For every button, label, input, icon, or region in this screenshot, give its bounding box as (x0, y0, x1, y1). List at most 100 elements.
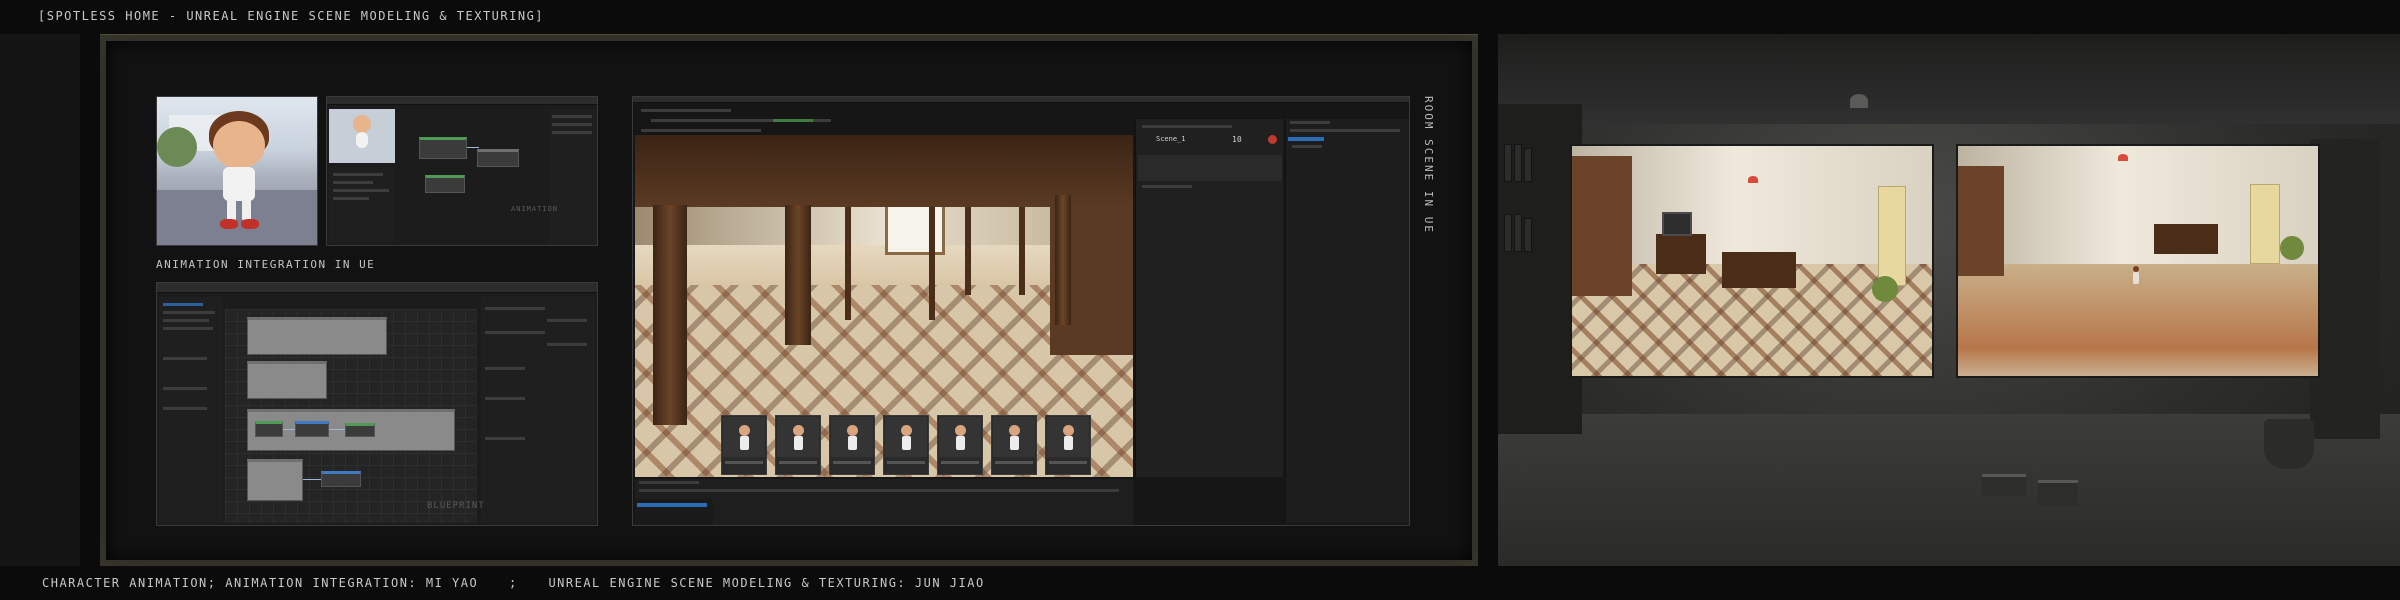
blueprint-toolbar (157, 283, 597, 293)
thumbnail-label (833, 461, 871, 464)
blueprint-list-row (163, 357, 207, 360)
thumbnail-label (995, 461, 1033, 464)
outliner-tab (1290, 121, 1330, 124)
editor-details-panel (329, 167, 395, 243)
character-render-screenshot (156, 96, 318, 246)
blueprint-node (255, 421, 283, 437)
folder-selected-row[interactable] (637, 503, 707, 507)
render-tv (1662, 212, 1692, 236)
content-browser-tab (639, 481, 699, 484)
mini-character-body (956, 436, 965, 450)
room-pot (2264, 419, 2314, 469)
anim-node (477, 149, 519, 167)
details-tab (1142, 185, 1192, 188)
animation-integration-label: ANIMATION INTEGRATION IN UE (156, 258, 376, 271)
outliner-search[interactable] (1290, 129, 1400, 132)
blueprint-list-row (163, 303, 203, 306)
shelf-book (1504, 214, 1512, 252)
blueprint-node (345, 423, 375, 437)
asset-thumbnail[interactable] (721, 415, 767, 475)
asset-thumbnail[interactable] (775, 415, 821, 475)
thumbnail-label (779, 461, 817, 464)
ue-level-tab (641, 109, 731, 112)
ue-viewport-toolbar (641, 129, 761, 132)
mini-character-head (1063, 425, 1074, 436)
render-plant (1872, 276, 1898, 302)
asset-thumbnail[interactable] (883, 415, 929, 475)
asset-thumbnail[interactable] (991, 415, 1037, 475)
render-cabinet (1958, 166, 2004, 276)
property-row (552, 115, 592, 118)
character-body (223, 167, 255, 201)
render-fridge (1878, 186, 1906, 286)
thumbnail-label (941, 461, 979, 464)
room-scene-label: ROOM SCENE IN UE (1422, 96, 1435, 234)
render-lamp (1748, 176, 1758, 183)
mini-character-head (847, 425, 858, 436)
mini-character-body (794, 436, 803, 450)
animation-editor-screenshot: ANIMATION (326, 96, 598, 246)
blueprint-watermark: BLUEPRINT (427, 501, 485, 511)
sequencer-track[interactable] (1138, 155, 1282, 181)
editor-preview-viewport (329, 109, 395, 163)
details-row (547, 343, 587, 346)
blueprint-list-row (163, 319, 209, 322)
mini-character-head (793, 425, 804, 436)
frame-value: 10 (1232, 135, 1242, 144)
character-leg-right (242, 199, 251, 221)
unreal-editor-screenshot: Scene_1 10 (632, 96, 1410, 526)
details-row (547, 319, 587, 322)
scene-name: Scene_1 (1156, 135, 1186, 143)
editor-properties-panel (549, 109, 597, 245)
preview-character-head (353, 115, 371, 133)
editor-toolbar (327, 97, 597, 105)
anim-node (419, 137, 467, 159)
blueprint-graph (225, 309, 477, 523)
details-row (485, 367, 525, 370)
thumbnail-label (725, 461, 763, 464)
render-plant (2280, 236, 2304, 260)
content-browser-toolbar (639, 489, 1119, 492)
scene-modeling-credit: UNREAL ENGINE SCENE MODELING & TEXTURING… (548, 576, 985, 590)
thumbnail-image (777, 417, 819, 457)
details-row (485, 307, 545, 310)
animation-credit: CHARACTER ANIMATION; ANIMATION INTEGRATI… (42, 576, 479, 590)
outliner-row[interactable] (1292, 145, 1322, 148)
asset-thumbnail[interactable] (1045, 415, 1091, 475)
render-dining-table (1722, 252, 1796, 288)
detail-row (333, 197, 369, 200)
shelf-book (1504, 144, 1512, 182)
room-box (2038, 480, 2078, 506)
blueprint-editor-screenshot: BLUEPRINT (156, 282, 598, 526)
outliner-selected-row[interactable] (1288, 137, 1324, 141)
asset-thumbnail[interactable] (937, 415, 983, 475)
property-row (552, 123, 592, 126)
record-icon[interactable] (1268, 135, 1277, 144)
detail-row (333, 181, 373, 184)
character-shoe-right (241, 219, 259, 229)
room-box (1982, 474, 2026, 496)
render-lamp (2118, 154, 2128, 161)
thumbnail-image (885, 417, 927, 457)
mini-character-body (902, 436, 911, 450)
preview-character-body (356, 132, 368, 148)
details-tab (1142, 125, 1232, 128)
blueprint-list-row (163, 387, 207, 390)
mini-character-head (901, 425, 912, 436)
mini-character-head (1009, 425, 1020, 436)
room-ceiling (1498, 34, 2400, 124)
mini-character-body (1064, 436, 1073, 450)
comment-node (247, 361, 327, 399)
character-leg-left (227, 199, 236, 221)
character-shoe-left (220, 219, 238, 229)
thumbnail-image (993, 417, 1035, 457)
mini-character-body (848, 436, 857, 450)
mini-character-head (955, 425, 966, 436)
comment-node (247, 459, 303, 501)
shelf-book (1514, 144, 1522, 182)
blueprint-details-panel (481, 297, 595, 523)
character-head (213, 121, 265, 169)
credit-separator: ; (508, 576, 518, 590)
animation-watermark: ANIMATION (511, 205, 558, 213)
asset-thumbnail[interactable] (829, 415, 875, 475)
